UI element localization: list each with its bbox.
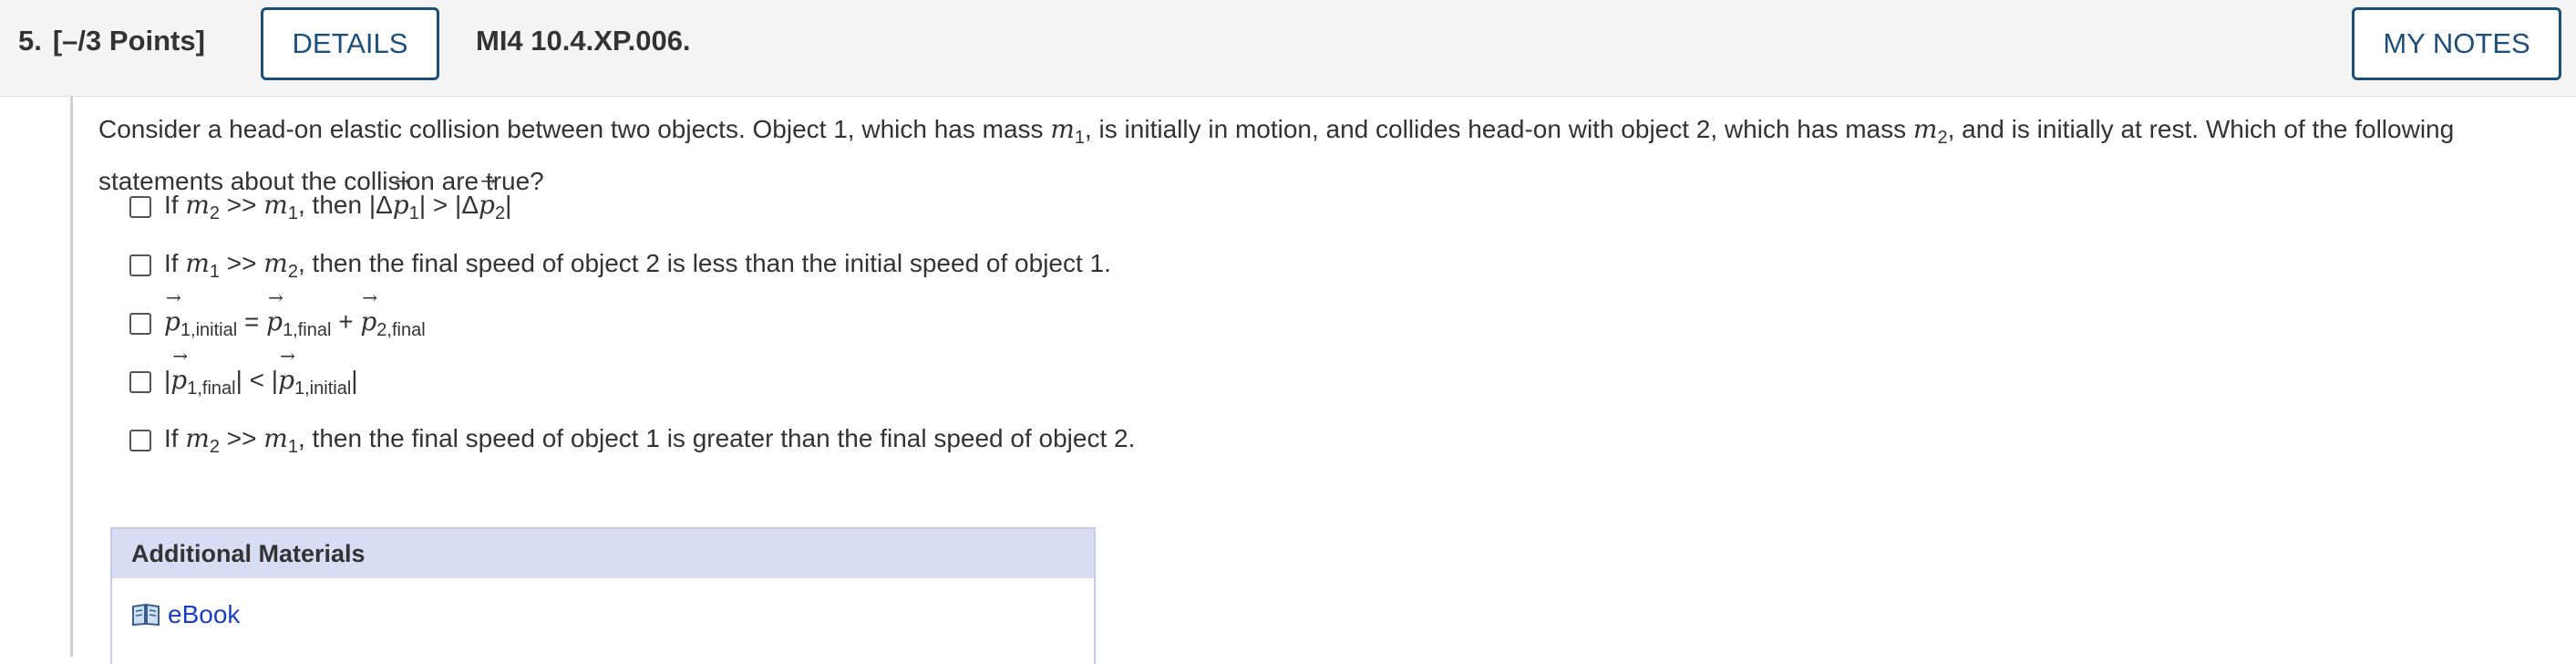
points-label: [–/3 Points] [52,25,205,57]
option-5-label: If m2 >> m1, then the final speed of obj… [164,423,1136,457]
option-5-checkbox[interactable] [129,430,151,451]
option-2-checkbox[interactable] [129,254,151,276]
additional-materials-panel: Additional Materials eBook [110,527,1096,664]
option-4[interactable]: |p1,final| < |p1,initial| [129,345,358,404]
option-3-checkbox[interactable] [129,313,151,335]
ebook-link[interactable]: eBook [131,600,240,629]
option-2[interactable]: If m1 >> m2, then the final speed of obj… [129,244,1111,287]
question-number: 5. [–/3 Points] [18,25,205,57]
option-4-label: |p1,final| < |p1,initial| [164,345,358,399]
additional-materials-heading: Additional Materials [112,529,1094,578]
option-2-label: If m1 >> m2, then the final speed of obj… [164,248,1111,282]
option-1-label: If m2 >> m1, then |Δp1| > |Δp2| [164,170,511,224]
details-button[interactable]: DETAILS [261,7,439,80]
question-code: MI4 10.4.XP.006. [476,25,691,57]
left-border [70,97,73,657]
question-number-text: 5. [18,25,42,57]
option-1-checkbox[interactable] [129,196,151,218]
option-1[interactable]: If m2 >> m1, then |Δp1| > |Δp2| [129,170,511,229]
option-5[interactable]: If m2 >> m1, then the final speed of obj… [129,419,1135,462]
question-header: 5. [–/3 Points] DETAILS MI4 10.4.XP.006. … [0,0,2576,97]
book-icon [131,603,160,627]
ebook-label[interactable]: eBook [168,600,240,629]
option-3-label: p1,initial = p1,final + p2,final [164,286,426,341]
option-3[interactable]: p1,initial = p1,final + p2,final [129,286,426,346]
option-4-checkbox[interactable] [129,371,151,393]
my-notes-button[interactable]: MY NOTES [2352,7,2561,80]
